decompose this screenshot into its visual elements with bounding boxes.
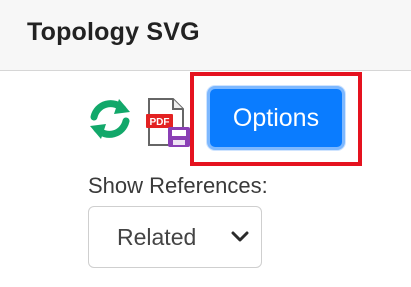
pdf-export-icon[interactable]: PDF [144,97,192,149]
show-references-label: Show References: [88,173,268,198]
select-value: Related [117,224,197,250]
topology-svg-panel: Topology SVG PDF Options Show References… [0,0,411,287]
refresh-icon[interactable] [83,92,137,146]
panel-title: Topology SVG [27,18,200,46]
chevron-down-icon [231,231,249,242]
options-button[interactable]: Options [207,86,345,150]
show-references-select[interactable]: Related [88,206,262,268]
pdf-badge-label: PDF [150,117,170,128]
panel-header: Topology SVG [0,0,411,71]
